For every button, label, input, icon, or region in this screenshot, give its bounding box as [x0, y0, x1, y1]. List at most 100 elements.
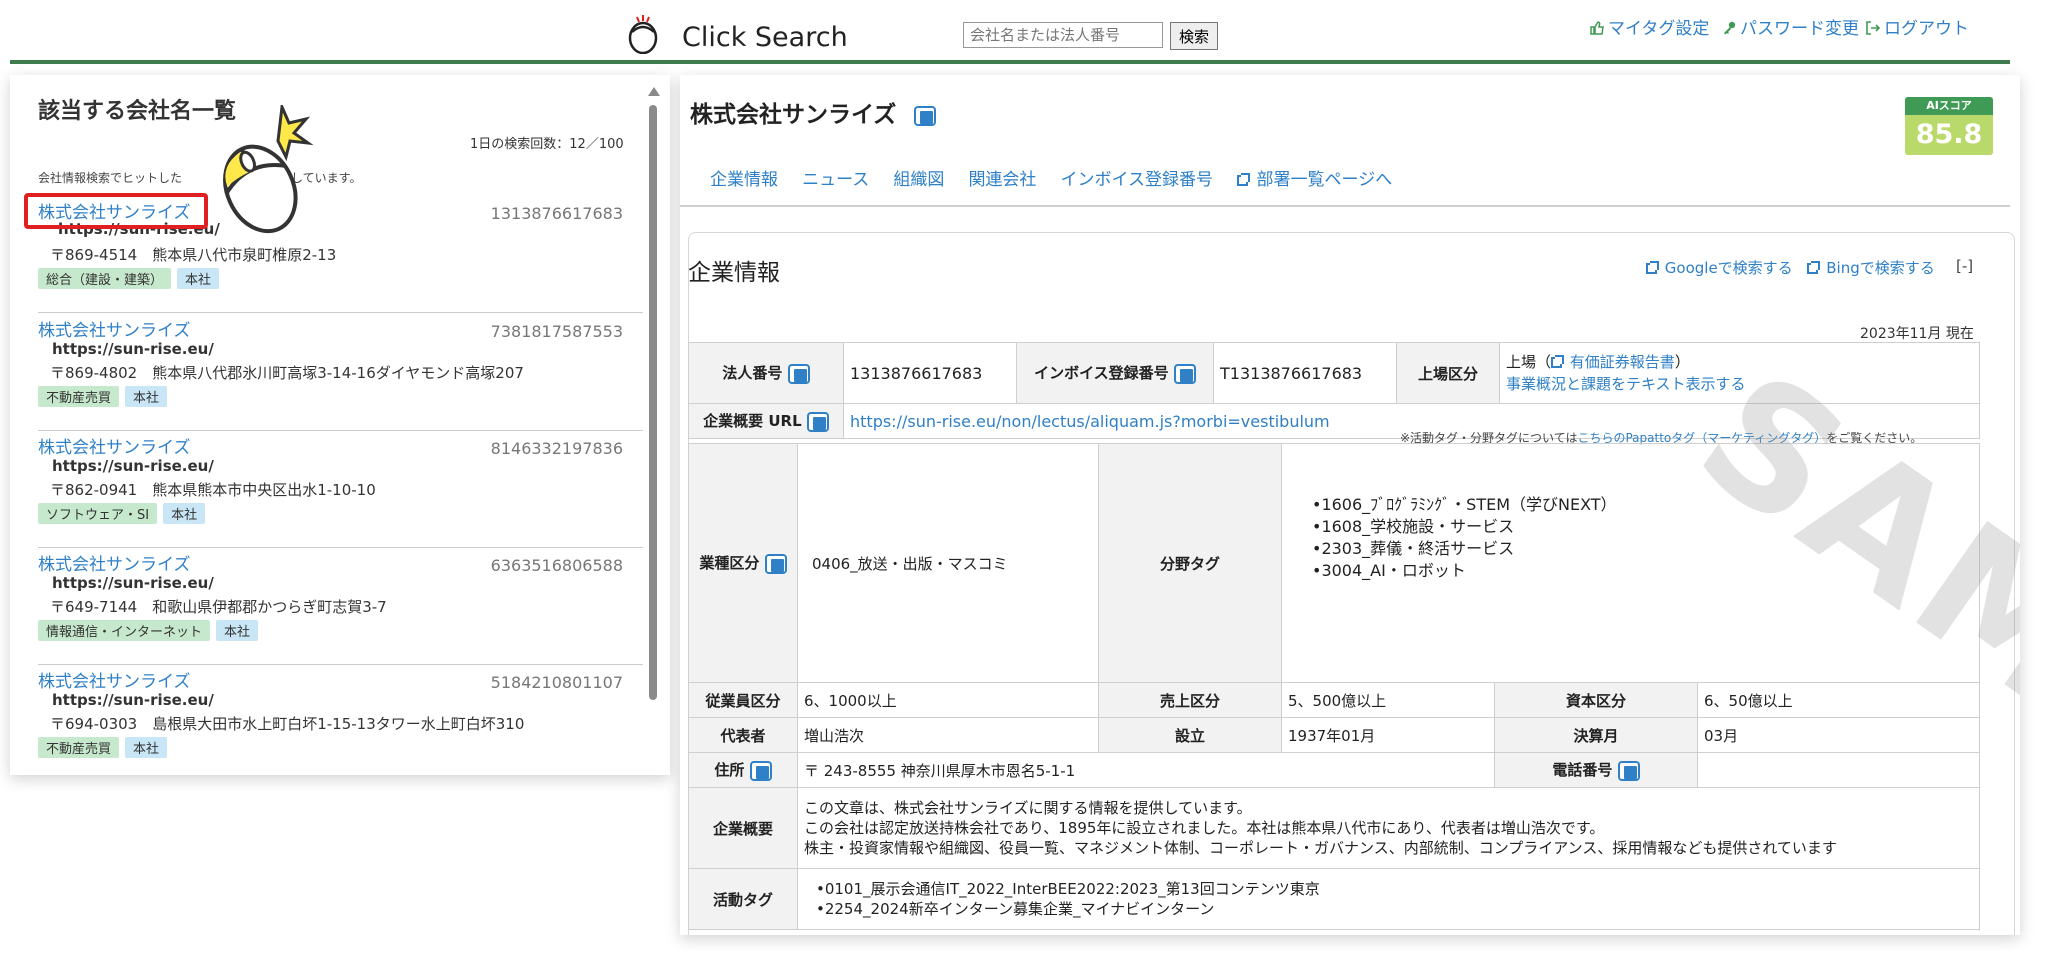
google-search-link[interactable]: Googleで検索する	[1646, 259, 1793, 277]
tab-org-chart[interactable]: 組織図	[893, 165, 944, 190]
company-search-input[interactable]	[963, 22, 1163, 48]
sales-value: 5、500億以上	[1281, 682, 1495, 718]
summary-line: この文章は、株式会社サンライズに関する情報を提供しています。	[804, 799, 1252, 817]
address-header: 住所	[688, 752, 798, 788]
my-tag-settings-label: マイタグ設定	[1608, 19, 1710, 39]
company-name-link[interactable]: 株式会社サンライズ	[38, 316, 191, 341]
collapse-toggle[interactable]: [-]	[1956, 257, 1973, 275]
company-name-link[interactable]: 株式会社サンライズ	[38, 550, 191, 575]
selection-highlight	[24, 193, 208, 229]
company-url: https://sun-rise.eu/	[52, 691, 214, 709]
list-item[interactable]: 株式会社サンライズ 7381817587553 https://sun-rise…	[38, 316, 643, 431]
copy-icon[interactable]	[749, 760, 772, 781]
copy-icon[interactable]	[764, 553, 787, 574]
founded-header: 設立	[1098, 717, 1282, 753]
company-detail-panel: 株式会社サンライズ AIスコア 85.8 企業情報 ニュース 組織図 関連会社 …	[680, 75, 2020, 935]
phone-header: 電話番号	[1494, 752, 1698, 788]
phone-label: 電話番号	[1552, 761, 1613, 780]
copy-icon[interactable]	[787, 363, 810, 384]
list-item[interactable]: 株式会社サンライズ 6363516806588 https://sun-rise…	[38, 550, 643, 665]
url-header: 企業概要 URL	[688, 403, 844, 439]
mouse-logo-icon	[628, 15, 658, 54]
corporate-number: 1313876617683	[490, 204, 623, 223]
password-change-link[interactable]: パスワード変更	[1722, 14, 1859, 39]
company-list-panel: 該当する会社名一覧 1日の検索回数：12／100 会社情報検索でヒットした 表示し…	[10, 75, 670, 775]
copy-icon[interactable]	[914, 105, 937, 126]
invoice-value: T1313876617683	[1213, 342, 1397, 404]
copy-icon[interactable]	[1617, 760, 1640, 781]
summary-value: この文章は、株式会社サンライズに関する情報を提供しています。 この会社は認定放送…	[797, 787, 1980, 869]
sales-header: 売上区分	[1098, 682, 1282, 718]
activity-tags: •0101_展示会通信IT_2022_InterBEE2022:2023_第13…	[797, 868, 1980, 930]
summary-line: 株主・投資家情報や組織図、役員一覧、マネジメント体制、コーポレート・ガバナンス、…	[804, 839, 1837, 857]
ai-score-value: 85.8	[1905, 115, 1993, 155]
industry-tag: ソフトウェア・SI	[38, 503, 158, 524]
tab-related-companies[interactable]: 関連会社	[968, 165, 1036, 190]
copy-icon[interactable]	[806, 411, 829, 432]
employees-value: 6、1000以上	[797, 682, 1099, 718]
industry-header: 業種区分	[688, 443, 798, 683]
phone-value	[1697, 752, 1980, 788]
list-note-text: 会社情報検索でヒットした	[38, 171, 183, 185]
thumbs-up-icon	[1590, 20, 1604, 35]
company-address: 〒862-0941 熊本県熊本市中央区出水1-10-10	[50, 481, 376, 499]
tab-invoice-number[interactable]: インボイス登録番号	[1061, 165, 1214, 190]
corporate-number: 7381817587553	[490, 322, 623, 341]
company-url: https://sun-rise.eu/	[52, 574, 214, 592]
tab-department-list[interactable]: 部署一覧ページへ	[1237, 165, 1392, 190]
company-title-text: 株式会社サンライズ	[690, 102, 897, 128]
company-url: https://sun-rise.eu/	[52, 457, 214, 475]
summary-header: 企業概要	[688, 787, 798, 869]
my-tag-settings-link[interactable]: マイタグ設定	[1590, 14, 1709, 39]
corp-number-header: 法人番号	[688, 342, 844, 404]
list-scrollbar[interactable]	[649, 105, 657, 700]
summary-line: この会社は認定放送持株会社であり、1895年に設立されました。本社は熊本県八代市…	[804, 819, 1605, 837]
industry-tag: 不動産売買	[38, 386, 120, 407]
invoice-header: インボイス登録番号	[1016, 342, 1214, 404]
activity-tag-item: •2254_2024新卒インターン募集企業_マイナビインターン	[816, 900, 1215, 918]
listing-close: ）	[1674, 353, 1690, 371]
headquarters-tag: 本社	[125, 386, 168, 407]
external-link-icon	[1551, 355, 1565, 368]
address-label: 住所	[714, 761, 745, 780]
employees-header: 従業員区分	[688, 682, 798, 718]
tab-news[interactable]: ニュース	[802, 165, 869, 190]
list-item[interactable]: 株式会社サンライズ 8146332197836 https://sun-rise…	[38, 433, 643, 548]
bing-search-link[interactable]: Bingで検索する	[1807, 259, 1935, 277]
company-address: 〒869-4514 熊本県八代市泉町椎原2-13	[50, 246, 337, 264]
logout-link[interactable]: ログアウト	[1866, 14, 1969, 39]
url-label: 企業概要 URL	[703, 412, 802, 431]
mouse-click-icon	[223, 105, 314, 234]
external-link-icon	[1646, 261, 1659, 274]
scroll-up-arrow-icon[interactable]	[648, 87, 660, 96]
industry-tag: 情報通信・インターネット	[38, 620, 211, 641]
external-link-icon	[1807, 261, 1821, 274]
app-title: Click Search	[682, 22, 848, 53]
tab-company-info[interactable]: 企業情報	[710, 165, 778, 190]
business-text-link[interactable]: 事業概況と課題をテキスト表示する	[1506, 375, 1746, 393]
securities-report-link[interactable]: 有価証券報告書	[1570, 353, 1675, 371]
fiscal-month-value: 03月	[1697, 717, 1980, 753]
company-name-link[interactable]: 株式会社サンライズ	[38, 433, 191, 458]
fiscal-month-header: 決算月	[1494, 717, 1698, 753]
industry-value: 0406_放送・出版・マスコミ	[797, 443, 1099, 683]
capital-header: 資本区分	[1494, 682, 1698, 718]
password-change-label: パスワード変更	[1740, 19, 1859, 39]
founded-value: 1937年01月	[1281, 717, 1495, 753]
external-link-icon	[1237, 173, 1251, 186]
address-value: 〒 243-8555 神奈川県厚木市恩名5-1-1	[797, 752, 1495, 788]
corp-number-label: 法人番号	[722, 364, 783, 383]
copy-icon[interactable]	[1173, 363, 1196, 384]
representative-value: 増山浩次	[797, 717, 1099, 753]
company-address: 〒649-7144 和歌山県伊都郡かつらぎ町志賀3-7	[50, 598, 387, 616]
company-list-title: 該当する会社名一覧	[38, 99, 237, 124]
section-title: 企業情報	[688, 260, 780, 286]
headquarters-tag: 本社	[216, 620, 259, 641]
search-button[interactable]: 検索	[1170, 22, 1218, 50]
list-item[interactable]: 株式会社サンライズ 5184210801107 https://sun-rise…	[38, 667, 643, 775]
company-name-link[interactable]: 株式会社サンライズ	[38, 667, 191, 692]
listing-status: 上場（	[1506, 353, 1552, 371]
tabs-divider	[680, 205, 2010, 207]
external-search-links: Googleで検索する Bingで検索する	[1646, 257, 1935, 278]
company-address: 〒869-4802 熊本県八代郡氷川町高塚3-14-16ダイヤモンド高塚207	[50, 364, 524, 382]
